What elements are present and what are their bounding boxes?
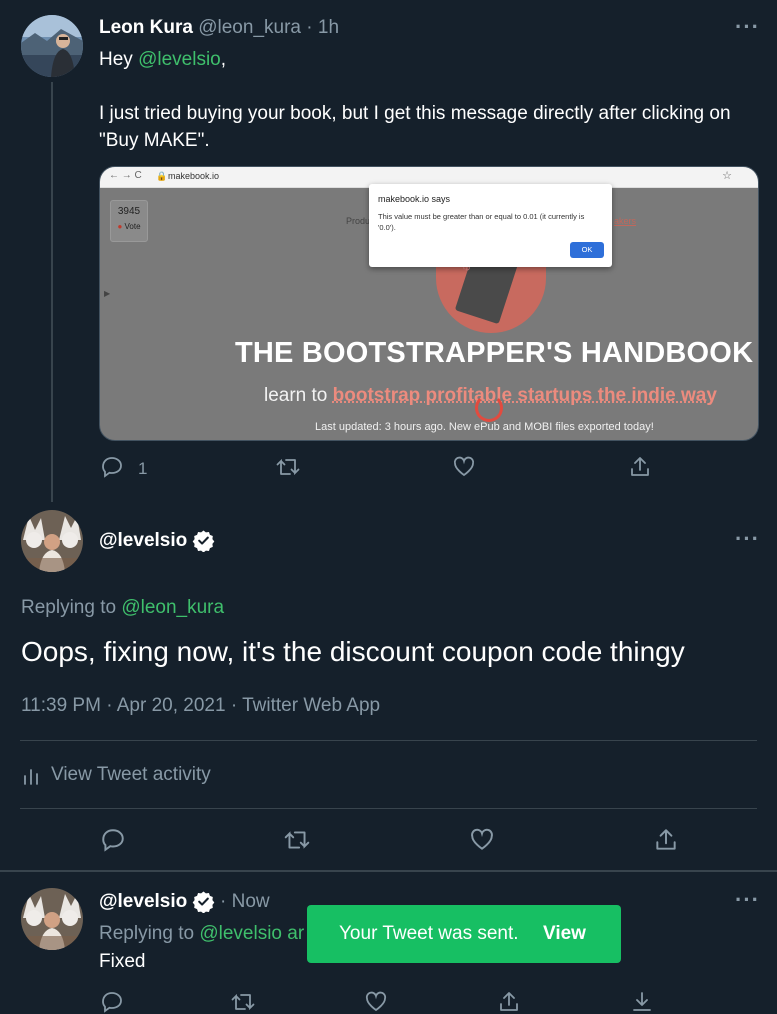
- avatar-levelsio[interactable]: [21, 888, 83, 950]
- avatar-levelsio[interactable]: [21, 510, 83, 572]
- avatar-leon-kura[interactable]: [21, 15, 83, 77]
- sidebar-arrow-icon: ▶: [104, 289, 111, 298]
- tweet2-replying-to: Replying to @leon_kura: [21, 597, 224, 619]
- tweet3-timestamp[interactable]: · Now: [220, 891, 270, 913]
- tweet2-retweet-icon[interactable]: [283, 827, 311, 853]
- analytics-icon: [21, 766, 43, 786]
- verified-badge-icon: [192, 529, 215, 552]
- lock-icon: 🔒: [156, 171, 168, 181]
- tweet3-text: Fixed: [99, 951, 146, 972]
- divider: [20, 740, 757, 741]
- tweet1-author-name[interactable]: Leon Kura: [99, 17, 193, 38]
- tweet1-timestamp[interactable]: · 1h: [306, 17, 339, 38]
- tweet3-replying-prefix: Replying to: [99, 923, 200, 944]
- tweet1-author-handle[interactable]: @leon_kura: [198, 17, 301, 38]
- tweet1-like-icon[interactable]: [452, 455, 476, 479]
- tweet3-header: @levelsio: [99, 891, 187, 913]
- alert-dialog-message: This value must be greater than or equal…: [378, 212, 585, 232]
- view-tweet-activity-label: View Tweet activity: [51, 764, 211, 785]
- tweet2-share-icon[interactable]: [653, 827, 679, 853]
- alert-dialog: makebook.io says This value must be grea…: [369, 184, 612, 267]
- tweet3-replying-to-link[interactable]: @levelsio ar: [199, 923, 304, 944]
- tweet2-reply-icon[interactable]: [100, 827, 126, 853]
- tweet3-like-icon[interactable]: [364, 990, 388, 1014]
- tweet1-attached-image[interactable]: ← → C 🔒 makebook.io ☆ 3945 ● Vote ▶ Prod…: [99, 166, 759, 441]
- tweet3-more-icon[interactable]: ···: [735, 889, 760, 911]
- vote-label: ● Vote: [111, 222, 147, 231]
- bookmark-star-icon: ☆: [722, 170, 732, 182]
- browser-url: makebook.io: [168, 171, 220, 181]
- tweet2-replying-to-link[interactable]: @leon_kura: [121, 597, 224, 618]
- handbook-subtitle-prefix: learn to: [264, 385, 333, 406]
- vote-count: 3945: [117, 206, 141, 217]
- tweet3-download-icon[interactable]: [630, 990, 654, 1014]
- tweet1-retweet-icon[interactable]: [275, 455, 301, 479]
- tweet1-comma: ,: [220, 49, 227, 70]
- tweet1-reply-icon[interactable]: [100, 455, 124, 479]
- tweet2-replying-prefix: Replying to: [21, 597, 122, 618]
- thread-connector-line: [51, 82, 53, 502]
- browser-nav-icons: ← → C: [109, 170, 142, 181]
- handbook-subtitle-link: bootstrap profitable startups the indie …: [332, 385, 717, 406]
- tweet3-replying-to: Replying to @levelsio ar: [99, 923, 304, 945]
- handbook-headline: THE BOOTSTRAPPER'S HANDBOOK: [235, 337, 754, 369]
- section-divider: [0, 870, 777, 872]
- tweet2-author-handle[interactable]: @levelsio: [99, 530, 187, 552]
- tweet1-share-icon[interactable]: [628, 455, 652, 479]
- tweet1-header: Leon Kura @leon_kura · 1h: [99, 17, 339, 39]
- divider: [20, 808, 757, 809]
- tweet2-more-icon[interactable]: ···: [735, 528, 760, 550]
- loading-spinner-icon: [475, 394, 503, 422]
- tweet2-text: Oops, fixing now, it's the discount coup…: [21, 636, 685, 667]
- upvote-icon: ●: [117, 222, 123, 231]
- handbook-updated-note: Last updated: 3 hours ago. New ePub and …: [315, 421, 654, 433]
- toast-message: Your Tweet was sent.: [339, 923, 519, 944]
- tweet3-retweet-icon[interactable]: [230, 990, 256, 1014]
- tweet2-like-icon[interactable]: [469, 827, 495, 853]
- tweet1-hey: Hey: [99, 49, 133, 70]
- nav-fragment-right: akers: [614, 216, 637, 226]
- alert-dialog-title: makebook.io says: [378, 194, 451, 204]
- view-tweet-activity-link[interactable]: View Tweet activity: [21, 764, 211, 786]
- tweet2-handle-text: @levelsio: [99, 530, 188, 551]
- tweet3-author-handle[interactable]: @levelsio: [99, 891, 187, 912]
- tweet3-reply-icon[interactable]: [100, 990, 124, 1014]
- tweet1-reply-count: 1: [138, 459, 148, 478]
- toast-view-button[interactable]: View: [543, 905, 586, 963]
- alert-dialog-ok-button: OK: [570, 242, 604, 258]
- verified-badge-icon: [192, 890, 215, 913]
- tweet1-body: I just tried buying your book, but I get…: [99, 103, 731, 151]
- nav-fragment-left: Produ: [346, 216, 371, 226]
- tweet2-meta: 11:39 PM · Apr 20, 2021 · Twitter Web Ap…: [21, 695, 381, 716]
- tweet-sent-toast: Your Tweet was sent. View: [307, 905, 621, 963]
- vote-text: Vote: [124, 222, 141, 231]
- tweet1-greeting: Hey @levelsio,: [99, 49, 226, 71]
- tweet1-mention-link[interactable]: @levelsio: [138, 49, 221, 70]
- tweet1-more-icon[interactable]: ···: [735, 16, 760, 38]
- producthunt-vote-widget: 3945 ● Vote: [110, 200, 148, 242]
- tweet3-share-icon[interactable]: [497, 990, 521, 1014]
